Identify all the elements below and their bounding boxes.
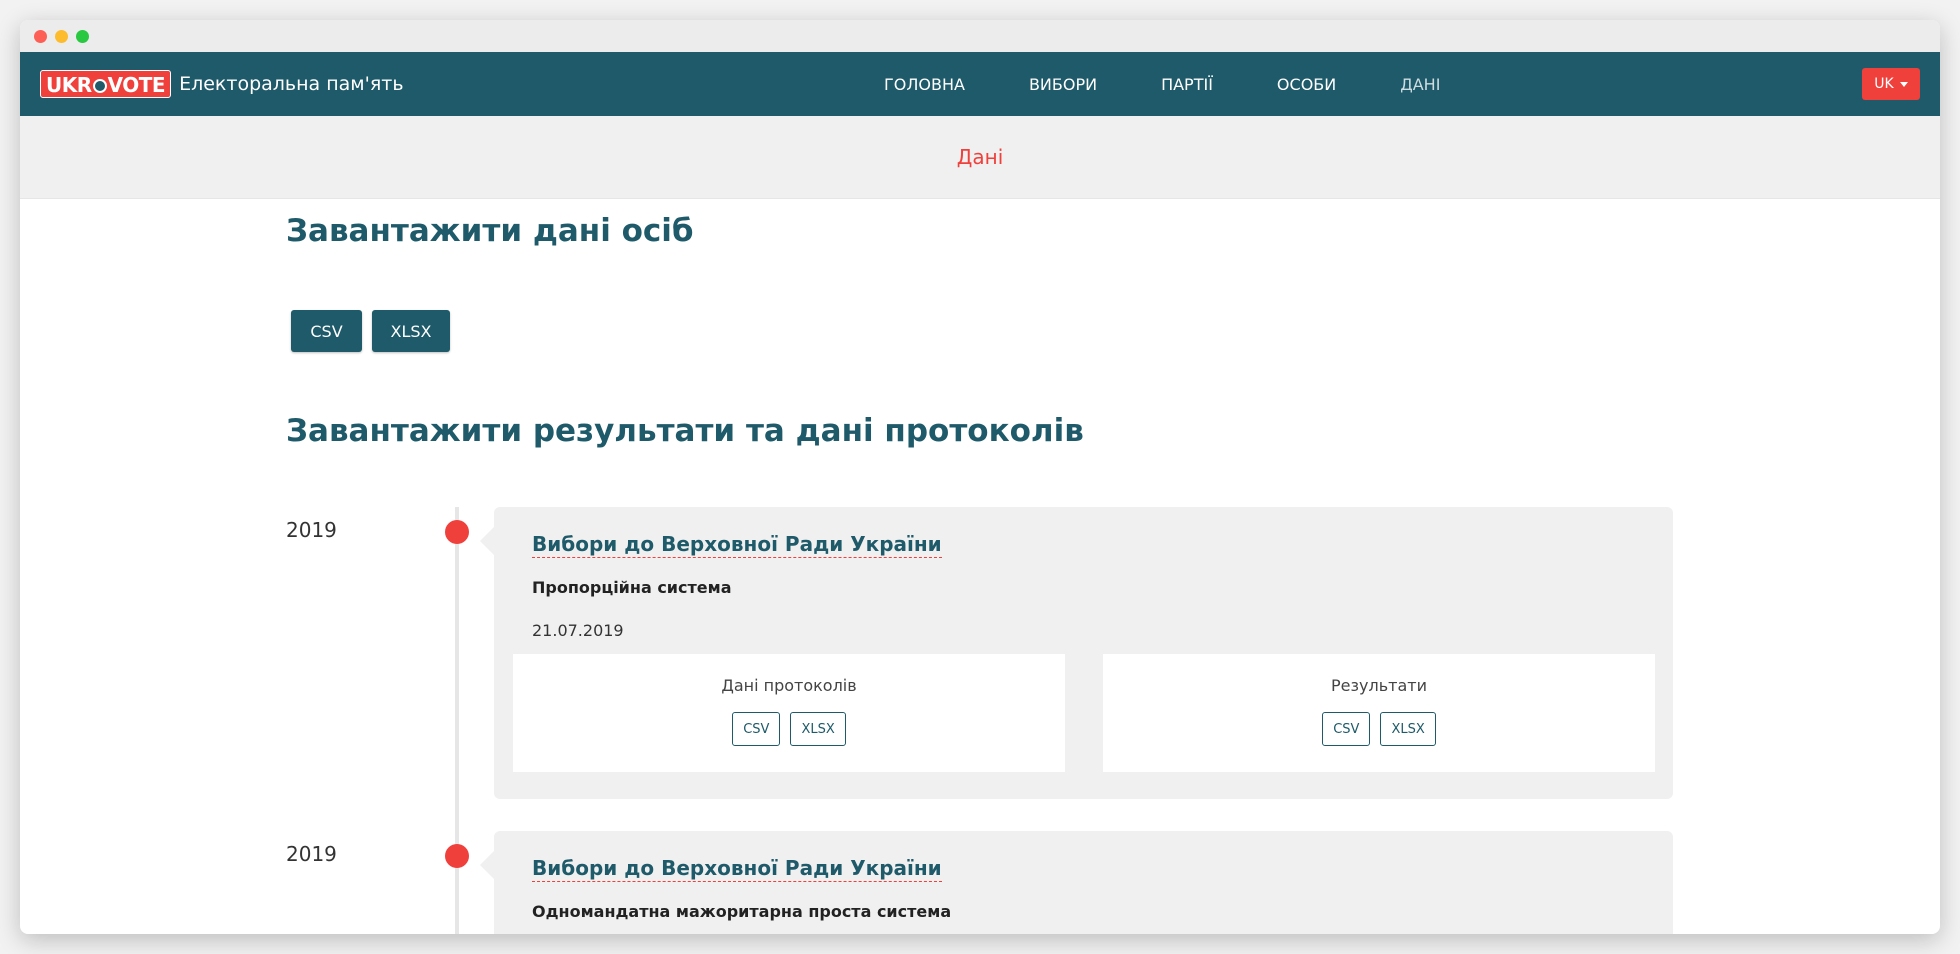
ukrvote-logo[interactable]: UKR VOTE (40, 70, 172, 98)
nav-item-persons[interactable]: ОСОБИ (1245, 75, 1368, 94)
results-panel: Результати CSV XLSX (1103, 654, 1655, 772)
election-date: 21.07.2019 (532, 621, 624, 640)
nav-item-parties[interactable]: ПАРТІЇ (1129, 75, 1245, 94)
logo-text-left: UKR (46, 73, 92, 97)
nav-item-home[interactable]: ГОЛОВНА (852, 75, 997, 94)
protocol-xlsx-button[interactable]: XLSX (790, 712, 846, 746)
persons-heading: Завантажити дані осіб (286, 213, 694, 249)
close-window-button[interactable] (34, 29, 47, 43)
results-csv-button[interactable]: CSV (1322, 712, 1371, 746)
election-system: Пропорційна система (532, 578, 732, 597)
site-title[interactable]: Електоральна пам'ять (179, 73, 403, 95)
main-menu: ГОЛОВНА ВИБОРИ ПАРТІЇ ОСОБИ ДАНІ (852, 52, 1472, 116)
panel-buttons: CSV XLSX (1103, 712, 1655, 746)
window-titlebar (20, 20, 1940, 52)
timeline-year: 2019 (286, 518, 337, 542)
timeline-year: 2019 (286, 842, 337, 866)
persons-xlsx-button[interactable]: XLSX (372, 310, 450, 352)
browser-window: UKR VOTE Електоральна пам'ять ГОЛОВНА ВИБ… (20, 20, 1940, 934)
panel-buttons: CSV XLSX (513, 712, 1065, 746)
election-title-link[interactable]: Вибори до Верховної Ради України (532, 856, 942, 882)
timeline-dot (445, 520, 469, 544)
timeline-line (455, 507, 459, 934)
protocol-csv-button[interactable]: CSV (732, 712, 781, 746)
logo-circle-icon (92, 79, 107, 93)
breadcrumb: Дані (956, 145, 1004, 169)
nav-item-elections[interactable]: ВИБОРИ (997, 75, 1129, 94)
maximize-window-button[interactable] (76, 29, 89, 43)
election-card: Вибори до Верховної Ради України Пропорц… (480, 507, 1673, 799)
main-content: Завантажити дані осіб CSV XLSX Завантажи… (20, 199, 1940, 934)
election-title-link[interactable]: Вибори до Верховної Ради України (532, 532, 942, 558)
minimize-window-button[interactable] (55, 29, 68, 43)
results-heading: Завантажити результати та дані протоколі… (286, 413, 1084, 449)
nav-item-data[interactable]: ДАНІ (1368, 75, 1472, 94)
logo-text-right: VOTE (107, 73, 166, 97)
timeline-dot (445, 844, 469, 868)
results-xlsx-button[interactable]: XLSX (1380, 712, 1436, 746)
persons-csv-button[interactable]: CSV (291, 310, 362, 352)
election-system: Одномандатна мажоритарна проста система (532, 902, 952, 921)
page-subheader: Дані (20, 116, 1940, 199)
panel-title: Результати (1331, 676, 1427, 695)
protocol-data-panel: Дані протоколів CSV XLSX (513, 654, 1065, 772)
language-label: UK (1874, 76, 1894, 92)
language-dropdown[interactable]: UK (1862, 68, 1920, 100)
election-card: Вибори до Верховної Ради України Одноман… (480, 831, 1673, 934)
caret-down-icon (1899, 81, 1908, 87)
top-navbar: UKR VOTE Електоральна пам'ять ГОЛОВНА ВИБ… (20, 52, 1940, 116)
brand[interactable]: UKR VOTE Електоральна пам'ять (40, 70, 404, 98)
panel-title: Дані протоколів (721, 676, 857, 695)
